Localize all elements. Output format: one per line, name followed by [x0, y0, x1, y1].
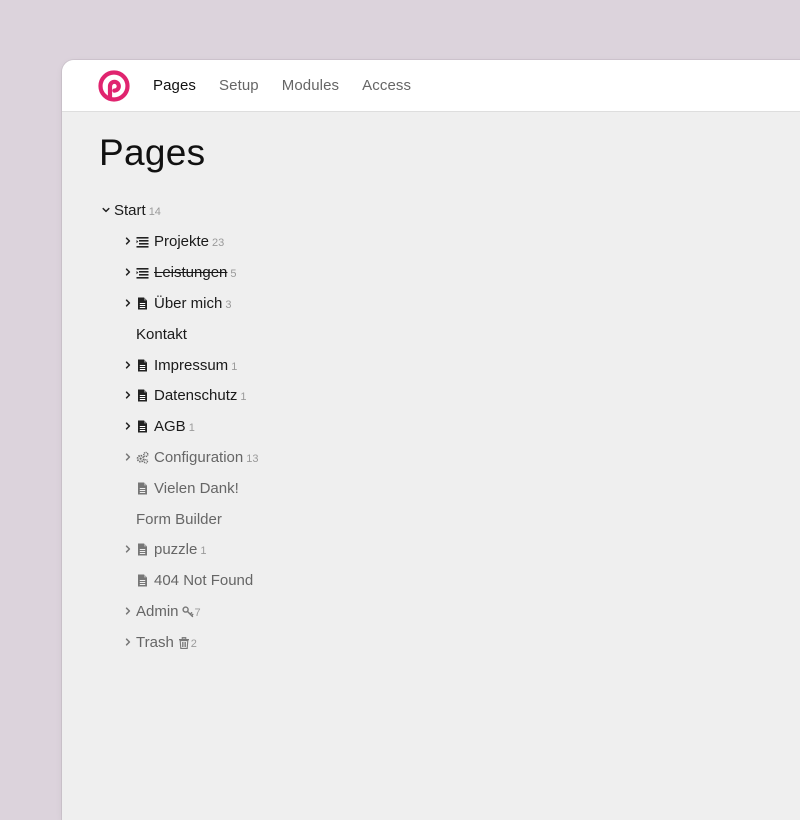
document-icon: [136, 574, 149, 587]
chevron-right-icon[interactable]: [123, 360, 133, 370]
tree-item-label[interactable]: Datenschutz: [154, 387, 237, 404]
app-window: Pages Setup Modules Access Pages Start 1…: [62, 60, 800, 820]
tree-item-agb[interactable]: AGB 1: [123, 414, 195, 438]
tree-item-label[interactable]: Trash: [136, 634, 174, 651]
child-count: 1: [231, 361, 238, 373]
tree-item-configuration[interactable]: Configuration 13: [123, 445, 258, 469]
page-title: Pages: [99, 132, 206, 173]
tree-item-impressum[interactable]: Impressum 1: [123, 353, 237, 377]
tree-item-puzzle[interactable]: puzzle 1: [123, 537, 206, 561]
tree-item-start[interactable]: Start 14: [101, 198, 161, 222]
tree-item-label[interactable]: Impressum: [154, 357, 228, 374]
tree-item-label[interactable]: Leistungen: [154, 264, 227, 281]
chevron-right-icon[interactable]: [123, 298, 133, 308]
tree-item-label[interactable]: Start: [114, 202, 146, 219]
tree-item-admin[interactable]: Admin 7: [123, 599, 201, 623]
tree-item-label[interactable]: Admin: [136, 603, 179, 620]
child-count: 3: [225, 299, 232, 311]
chevron-right-icon[interactable]: [123, 421, 133, 431]
processwire-logo-icon[interactable]: [97, 69, 131, 103]
tree-item-ueber-mich[interactable]: Über mich 3: [123, 291, 231, 315]
nav-setup[interactable]: Setup: [219, 77, 259, 94]
document-icon: [136, 420, 149, 433]
nav-pages[interactable]: Pages: [153, 77, 196, 94]
chevron-right-icon[interactable]: [123, 390, 133, 400]
tree-item-kontakt[interactable]: Kontakt: [136, 322, 187, 346]
main-nav: Pages Setup Modules Access: [153, 60, 411, 111]
list-icon: [136, 266, 149, 279]
child-count: 13: [246, 453, 259, 465]
child-count: 7: [194, 607, 201, 619]
nav-access[interactable]: Access: [362, 77, 411, 94]
child-count: 14: [148, 206, 161, 218]
tree-item-label[interactable]: puzzle: [154, 541, 197, 558]
document-icon: [136, 359, 149, 372]
tree-item-trash[interactable]: Trash 2: [123, 630, 197, 654]
child-count: 1: [240, 391, 247, 403]
tree-item-vielen-dank[interactable]: Vielen Dank!: [136, 476, 239, 500]
child-count: 1: [200, 545, 207, 557]
tree-item-label[interactable]: Vielen Dank!: [154, 480, 239, 497]
chevron-right-icon[interactable]: [123, 267, 133, 277]
chevron-right-icon[interactable]: [123, 544, 133, 554]
tree-item-label[interactable]: Über mich: [154, 295, 222, 312]
tree-item-form-builder[interactable]: Form Builder: [136, 507, 222, 531]
tree-item-datenschutz[interactable]: Datenschutz 1: [123, 383, 247, 407]
top-navigation-bar: Pages Setup Modules Access: [62, 60, 800, 112]
tree-item-leistungen[interactable]: Leistungen 5: [123, 260, 237, 284]
tree-item-label[interactable]: Kontakt: [136, 326, 187, 343]
tree-item-label[interactable]: 404 Not Found: [154, 572, 253, 589]
document-icon: [136, 297, 149, 310]
tree-item-404-not-found[interactable]: 404 Not Found: [136, 568, 253, 592]
key-icon: [181, 606, 194, 618]
child-count: 23: [212, 237, 225, 249]
tree-item-label[interactable]: AGB: [154, 418, 186, 435]
tree-item-label[interactable]: Form Builder: [136, 511, 222, 528]
tree-item-projekte[interactable]: Projekte 23: [123, 229, 224, 253]
trash-icon: [178, 637, 190, 649]
chevron-right-icon[interactable]: [123, 452, 133, 462]
document-icon: [136, 543, 149, 556]
chevron-down-icon[interactable]: [101, 205, 111, 215]
gears-icon: [136, 451, 149, 464]
tree-item-label[interactable]: Projekte: [154, 233, 209, 250]
child-count: 2: [190, 638, 197, 650]
chevron-right-icon[interactable]: [123, 236, 133, 246]
nav-modules[interactable]: Modules: [282, 77, 339, 94]
tree-item-label[interactable]: Configuration: [154, 449, 243, 466]
chevron-right-icon[interactable]: [123, 606, 133, 616]
list-icon: [136, 235, 149, 248]
document-icon: [136, 482, 149, 495]
document-icon: [136, 389, 149, 402]
chevron-right-icon[interactable]: [123, 637, 133, 647]
child-count: 1: [188, 422, 195, 434]
child-count: 5: [230, 268, 237, 280]
